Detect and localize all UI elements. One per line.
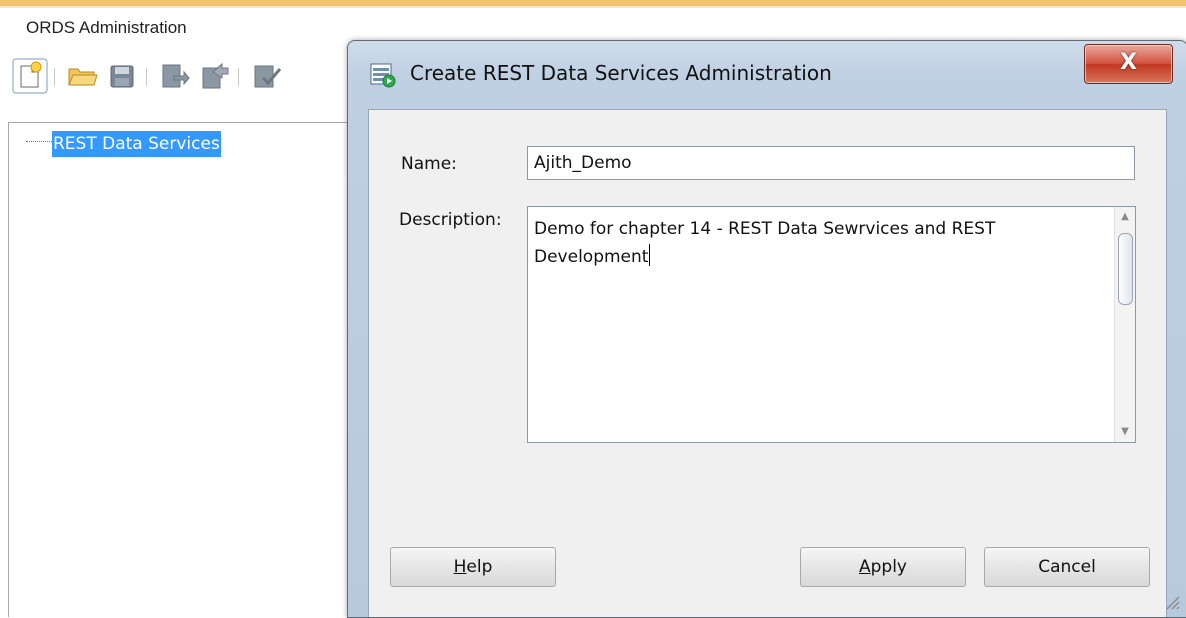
toolbar-separator	[146, 68, 147, 86]
scroll-up-icon[interactable]: ▲	[1115, 207, 1135, 227]
vertical-scrollbar[interactable]: ▲ ▼	[1114, 207, 1135, 442]
toolbar-separator	[54, 68, 55, 86]
import-button[interactable]	[156, 58, 192, 94]
scroll-down-icon[interactable]: ▼	[1115, 422, 1135, 442]
open-folder-icon	[68, 68, 98, 86]
panel-title: ORDS Administration	[26, 18, 187, 37]
close-button[interactable]: X	[1084, 44, 1173, 84]
open-button[interactable]	[64, 58, 100, 94]
tree-node-rest-data-services[interactable]: REST Data Services	[52, 131, 221, 157]
new-icon	[12, 58, 48, 94]
create-dialog: Create REST Data Services Administration…	[347, 40, 1186, 618]
validate-button[interactable]	[248, 58, 284, 94]
name-label: Name:	[401, 154, 457, 174]
save-button[interactable]	[104, 58, 140, 94]
description-text: Demo for chapter 14 - REST Data Sewrvice…	[534, 219, 996, 267]
name-field[interactable]: Ajith_Demo	[527, 146, 1135, 180]
cancel-button[interactable]: Cancel	[984, 547, 1150, 587]
toolbar	[12, 58, 357, 98]
export-button[interactable]	[196, 58, 232, 94]
dialog-title: Create REST Data Services Administration	[410, 61, 832, 85]
description-label: Description:	[399, 210, 502, 230]
scroll-thumb[interactable]	[1118, 233, 1133, 305]
rest-services-icon	[370, 63, 396, 88]
new-button[interactable]	[12, 58, 48, 94]
description-textarea[interactable]: Demo for chapter 14 - REST Data Sewrvice…	[527, 206, 1136, 443]
toolbar-separator	[238, 68, 239, 86]
top-accent-bar-light	[0, 6, 1186, 8]
dialog-body: Name: Ajith_Demo Description: Demo for c…	[368, 109, 1167, 617]
help-button[interactable]: Help	[390, 547, 556, 587]
resize-grip-icon[interactable]	[1163, 593, 1181, 611]
import-icon	[162, 64, 190, 88]
close-icon: X	[1120, 50, 1137, 75]
export-icon	[202, 62, 229, 89]
tree-panel	[8, 122, 356, 617]
tree-connector	[26, 141, 52, 142]
apply-button[interactable]: Apply	[800, 547, 966, 587]
save-icon	[110, 65, 134, 88]
validate-icon	[254, 65, 282, 88]
